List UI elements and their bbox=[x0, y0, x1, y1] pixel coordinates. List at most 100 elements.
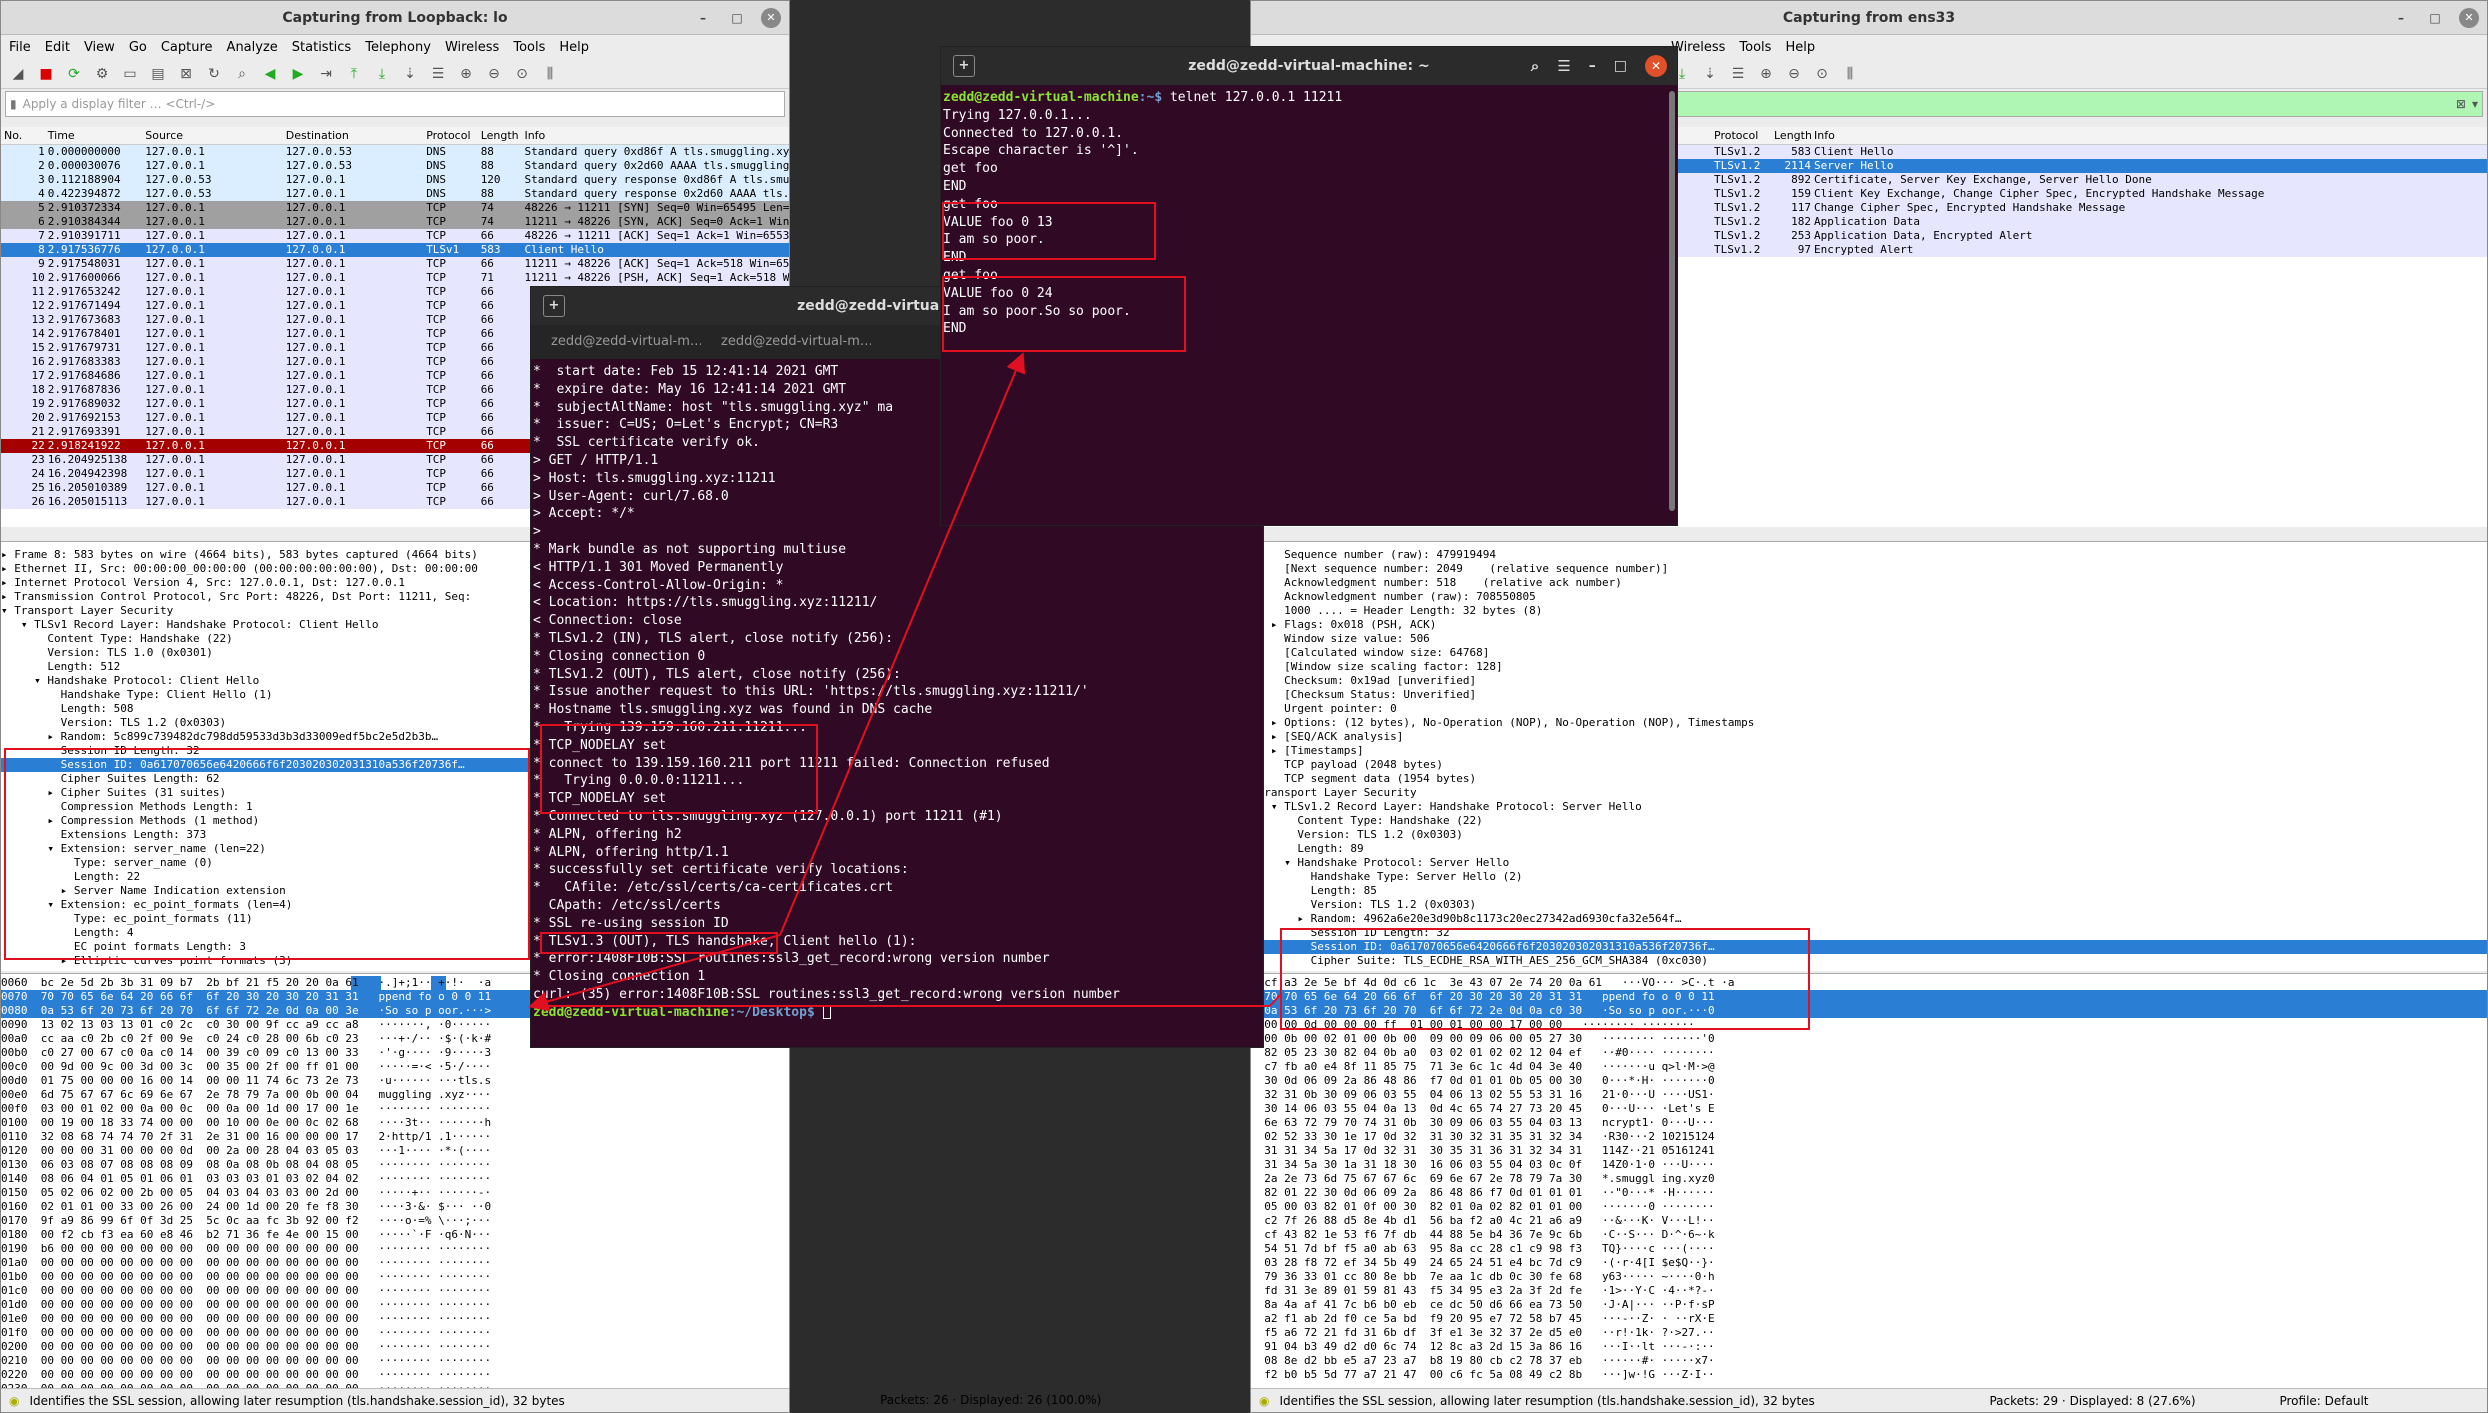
terminal-scrollbar[interactable] bbox=[1669, 91, 1675, 511]
menu-icon[interactable]: ☰ bbox=[1557, 47, 1570, 85]
table-row[interactable]: 7 2.910391711 127.0.0.1 127.0.0.1 TCP 66 48226… bbox=[1, 229, 789, 243]
detail-line[interactable]: Urgent pointer: 0 bbox=[1251, 702, 2487, 716]
menu-tools[interactable]: Tools bbox=[1739, 40, 1771, 55]
menu-go[interactable]: Go bbox=[129, 40, 147, 55]
detail-line[interactable]: ▸ [SEQ/ACK analysis] bbox=[1251, 730, 2487, 744]
detail-line[interactable]: Content Type: Handshake (22) bbox=[1251, 814, 2487, 828]
detail-line[interactable]: ▸ Options: (12 bytes), No-Operation (NOP… bbox=[1251, 716, 2487, 730]
detail-line[interactable]: [Window size scaling factor: 128] bbox=[1251, 660, 2487, 674]
maximize-icon[interactable]: □ bbox=[727, 8, 747, 28]
expert-info-icon[interactable]: ◉ bbox=[9, 1394, 19, 1408]
column-header[interactable]: Info bbox=[521, 127, 789, 144]
table-row[interactable]: 5 2.910372334 127.0.0.1 127.0.0.1 TCP 74 48226… bbox=[1, 201, 789, 215]
detail-line[interactable]: Session ID: 0a617070656e6420666f6f203020… bbox=[1251, 940, 2487, 954]
go-forward-icon[interactable]: ▶ bbox=[287, 63, 309, 85]
detail-line[interactable]: ▸ Flags: 0x018 (PSH, ACK) bbox=[1251, 618, 2487, 632]
first-packet-icon[interactable]: ⤒ bbox=[343, 63, 365, 85]
go-back-icon[interactable]: ◀ bbox=[259, 63, 281, 85]
table-row[interactable]: 9 2.917548031 127.0.0.1 127.0.0.1 TCP 66 11211… bbox=[1, 257, 789, 271]
detail-line[interactable]: Length: 85 bbox=[1251, 884, 2487, 898]
minimize-icon[interactable]: – bbox=[2391, 8, 2411, 28]
detail-line[interactable]: Version: TLS 1.2 (0x0303) bbox=[1251, 898, 2487, 912]
colorize-icon[interactable]: ☰ bbox=[427, 63, 449, 85]
detail-line[interactable]: Length: 89 bbox=[1251, 842, 2487, 856]
maximize-icon[interactable]: □ bbox=[2425, 8, 2445, 28]
table-row[interactable]: 8 2.917536776 127.0.0.1 127.0.0.1 TLSv1 583 Cl… bbox=[1, 243, 789, 257]
column-header[interactable]: Protocol bbox=[423, 127, 478, 144]
stop-capture-icon[interactable]: ■ bbox=[35, 63, 57, 85]
clear-filter-icon[interactable]: ⊠ bbox=[2456, 97, 2466, 111]
display-filter-input[interactable]: ▮ Apply a display filter … <Ctrl-/> bbox=[5, 91, 785, 117]
detail-line[interactable]: Session ID Length: 32 bbox=[1251, 926, 2487, 940]
terminal-tab[interactable]: zedd@zedd-virtual-m… bbox=[701, 325, 871, 359]
detail-line[interactable]: [Calculated window size: 64768] bbox=[1251, 646, 2487, 660]
close-icon[interactable]: ✕ bbox=[761, 8, 781, 28]
detail-line[interactable]: [Next sequence number: 2049 (relative se… bbox=[1251, 562, 2487, 576]
column-header[interactable]: Info bbox=[1811, 127, 2311, 144]
detail-line[interactable]: Acknowledgment number (raw): 708550805 bbox=[1251, 590, 2487, 604]
detail-line[interactable]: Handshake Type: Server Hello (2) bbox=[1251, 870, 2487, 884]
new-tab-icon[interactable]: + bbox=[953, 55, 975, 77]
menu-telephony[interactable]: Telephony bbox=[365, 40, 431, 55]
minimize-icon[interactable]: – bbox=[1589, 47, 1596, 85]
last-packet-icon[interactable]: ⤓ bbox=[371, 63, 393, 85]
zoom-in-icon[interactable]: ⊕ bbox=[1755, 63, 1777, 85]
menu-statistics[interactable]: Statistics bbox=[292, 40, 351, 55]
menu-help[interactable]: Help bbox=[1785, 40, 1815, 55]
resize-columns-icon[interactable]: ⫼ bbox=[1839, 63, 1861, 85]
menu-analyze[interactable]: Analyze bbox=[227, 40, 278, 55]
resize-columns-icon[interactable]: ⫼ bbox=[539, 63, 561, 85]
close-icon[interactable]: ✕ bbox=[1645, 55, 1667, 77]
detail-line[interactable]: ▾ TLSv1.2 Record Layer: Handshake Protoc… bbox=[1251, 800, 2487, 814]
terminal-prompt-line[interactable]: zedd@zedd-virtual-machine:~/Desktop$ bbox=[533, 1004, 1261, 1022]
save-file-icon[interactable]: ▤ bbox=[147, 63, 169, 85]
column-header[interactable]: Time bbox=[45, 127, 142, 144]
restart-capture-icon[interactable]: ⟳ bbox=[63, 63, 85, 85]
search-icon[interactable]: ⌕ bbox=[1531, 47, 1539, 85]
close-icon[interactable]: ✕ bbox=[2459, 8, 2479, 28]
detail-line[interactable]: ▸ Random: 4962a6e20e3d90b8c1173c20ec2734… bbox=[1251, 912, 2487, 926]
detail-line[interactable]: [Checksum Status: Unverified] bbox=[1251, 688, 2487, 702]
menu-tools[interactable]: Tools bbox=[513, 40, 545, 55]
column-header[interactable]: Protocol bbox=[1711, 127, 1771, 144]
table-row[interactable]: 2 0.000030076 127.0.0.1 127.0.0.53 DNS 88 Stan… bbox=[1, 159, 789, 173]
detail-line[interactable]: Window size value: 506 bbox=[1251, 632, 2487, 646]
table-row[interactable]: 1 0.000000000 127.0.0.1 127.0.0.53 DNS 88 Stan… bbox=[1, 145, 789, 159]
autoscroll-icon[interactable]: ⇣ bbox=[1699, 63, 1721, 85]
menu-wireless[interactable]: Wireless bbox=[445, 40, 499, 55]
detail-line[interactable]: ▾ Handshake Protocol: Server Hello bbox=[1251, 856, 2487, 870]
filter-dropdown-icon[interactable]: ▾ bbox=[2472, 97, 2478, 111]
column-header[interactable]: No. bbox=[1, 127, 45, 144]
close-file-icon[interactable]: ⊠ bbox=[175, 63, 197, 85]
detail-line[interactable]: TCP payload (2048 bytes) bbox=[1251, 758, 2487, 772]
column-header[interactable]: Source bbox=[142, 127, 282, 144]
menu-view[interactable]: View bbox=[84, 40, 115, 55]
new-tab-icon[interactable]: + bbox=[543, 295, 565, 317]
zoom-out-icon[interactable]: ⊖ bbox=[1783, 63, 1805, 85]
table-row[interactable]: 6 2.910384344 127.0.0.1 127.0.0.1 TCP 74 11211… bbox=[1, 215, 789, 229]
menu-wireless[interactable]: Wireless bbox=[1671, 40, 1725, 55]
terminal-tab[interactable]: zedd@zedd-virtual-m… bbox=[531, 325, 701, 359]
detail-line[interactable]: Acknowledgment number: 518 (relative ack… bbox=[1251, 576, 2487, 590]
normal-size-icon[interactable]: ⊙ bbox=[511, 63, 533, 85]
find-packet-icon[interactable]: ⌕ bbox=[231, 63, 253, 85]
profile-label[interactable]: Profile: Default bbox=[2279, 1394, 2368, 1408]
column-header[interactable]: Length bbox=[478, 127, 522, 144]
open-file-icon[interactable]: ▭ bbox=[119, 63, 141, 85]
table-row[interactable]: 4 0.422394872 127.0.0.53 127.0.0.1 DNS 88 Stan… bbox=[1, 187, 789, 201]
reload-icon[interactable]: ↻ bbox=[203, 63, 225, 85]
detail-line[interactable]: Sequence number (raw): 479919494 bbox=[1251, 548, 2487, 562]
column-header[interactable]: Length bbox=[1771, 127, 1811, 144]
detail-line[interactable]: Cipher Suite: TLS_ECDHE_RSA_WITH_AES_256… bbox=[1251, 954, 2487, 968]
bookmark-icon[interactable]: ▮ bbox=[10, 97, 17, 111]
menu-edit[interactable]: Edit bbox=[45, 40, 70, 55]
normal-size-icon[interactable]: ⊙ bbox=[1811, 63, 1833, 85]
detail-line[interactable]: Checksum: 0x19ad [unverified] bbox=[1251, 674, 2487, 688]
expert-info-icon[interactable]: ◉ bbox=[1259, 1394, 1269, 1408]
minimize-icon[interactable]: – bbox=[693, 8, 713, 28]
go-to-packet-icon[interactable]: ⇥ bbox=[315, 63, 337, 85]
colorize-icon[interactable]: ☰ bbox=[1727, 63, 1749, 85]
detail-line[interactable]: ▸ [Timestamps] bbox=[1251, 744, 2487, 758]
maximize-icon[interactable]: □ bbox=[1614, 47, 1627, 85]
table-row[interactable]: 3 0.112188904 127.0.0.53 127.0.0.1 DNS 120 Sta… bbox=[1, 173, 789, 187]
